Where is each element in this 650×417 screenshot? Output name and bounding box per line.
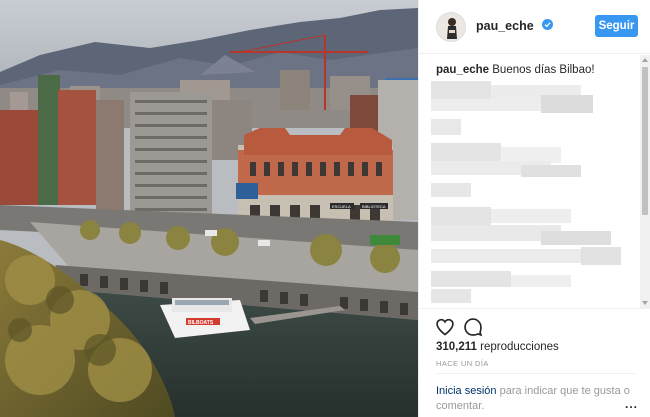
views-number: 310,211	[436, 341, 477, 353]
scrollbar-thumb[interactable]	[642, 67, 648, 215]
post-header: pau_eche Seguir	[419, 0, 650, 54]
post-photo[interactable]: ESCUELA BIBLIOTECA BILBOATS	[0, 0, 418, 417]
views-count[interactable]: 310,211 reproducciones	[436, 341, 559, 353]
post-timestamp[interactable]: HACE UN DÍA	[436, 359, 489, 368]
pixelated-comments	[431, 81, 621, 303]
verified-badge-icon	[542, 19, 553, 30]
post-side-panel: pau_eche Seguir pau_eche Buenos días Bil…	[418, 0, 650, 417]
divider	[436, 373, 636, 374]
login-link[interactable]: Inicia sesión	[436, 385, 497, 397]
building-sign-1: ESCUELA	[332, 204, 351, 209]
post-actions: 310,211 reproducciones HACE UN DÍA Inici…	[419, 308, 650, 417]
boat-sign: BILBOATS	[188, 320, 214, 326]
comments-scrollbar[interactable]	[640, 55, 650, 308]
login-prompt: Inicia sesión para indicar que te gusta …	[436, 384, 636, 414]
scroll-up-arrow-icon[interactable]	[642, 56, 648, 64]
caption-text: Buenos días Bilbao!	[492, 64, 595, 76]
more-options-button[interactable]: ...	[625, 397, 638, 411]
scroll-down-arrow-icon[interactable]	[642, 299, 648, 307]
heart-icon[interactable]	[435, 317, 455, 337]
comments-area: pau_eche Buenos días Bilbao!	[419, 55, 650, 308]
post-caption: pau_eche Buenos días Bilbao!	[436, 64, 595, 76]
comment-icon[interactable]	[463, 317, 483, 337]
bilbao-river-photo: ESCUELA BIBLIOTECA BILBOATS	[0, 0, 418, 417]
username-link[interactable]: pau_eche	[476, 19, 534, 33]
follow-button[interactable]: Seguir	[595, 15, 638, 37]
avatar[interactable]	[436, 12, 466, 42]
avatar-person-icon	[437, 13, 465, 41]
caption-username[interactable]: pau_eche	[436, 64, 489, 76]
building-sign-2: BIBLIOTECA	[362, 204, 386, 209]
views-label: reproducciones	[480, 341, 559, 353]
